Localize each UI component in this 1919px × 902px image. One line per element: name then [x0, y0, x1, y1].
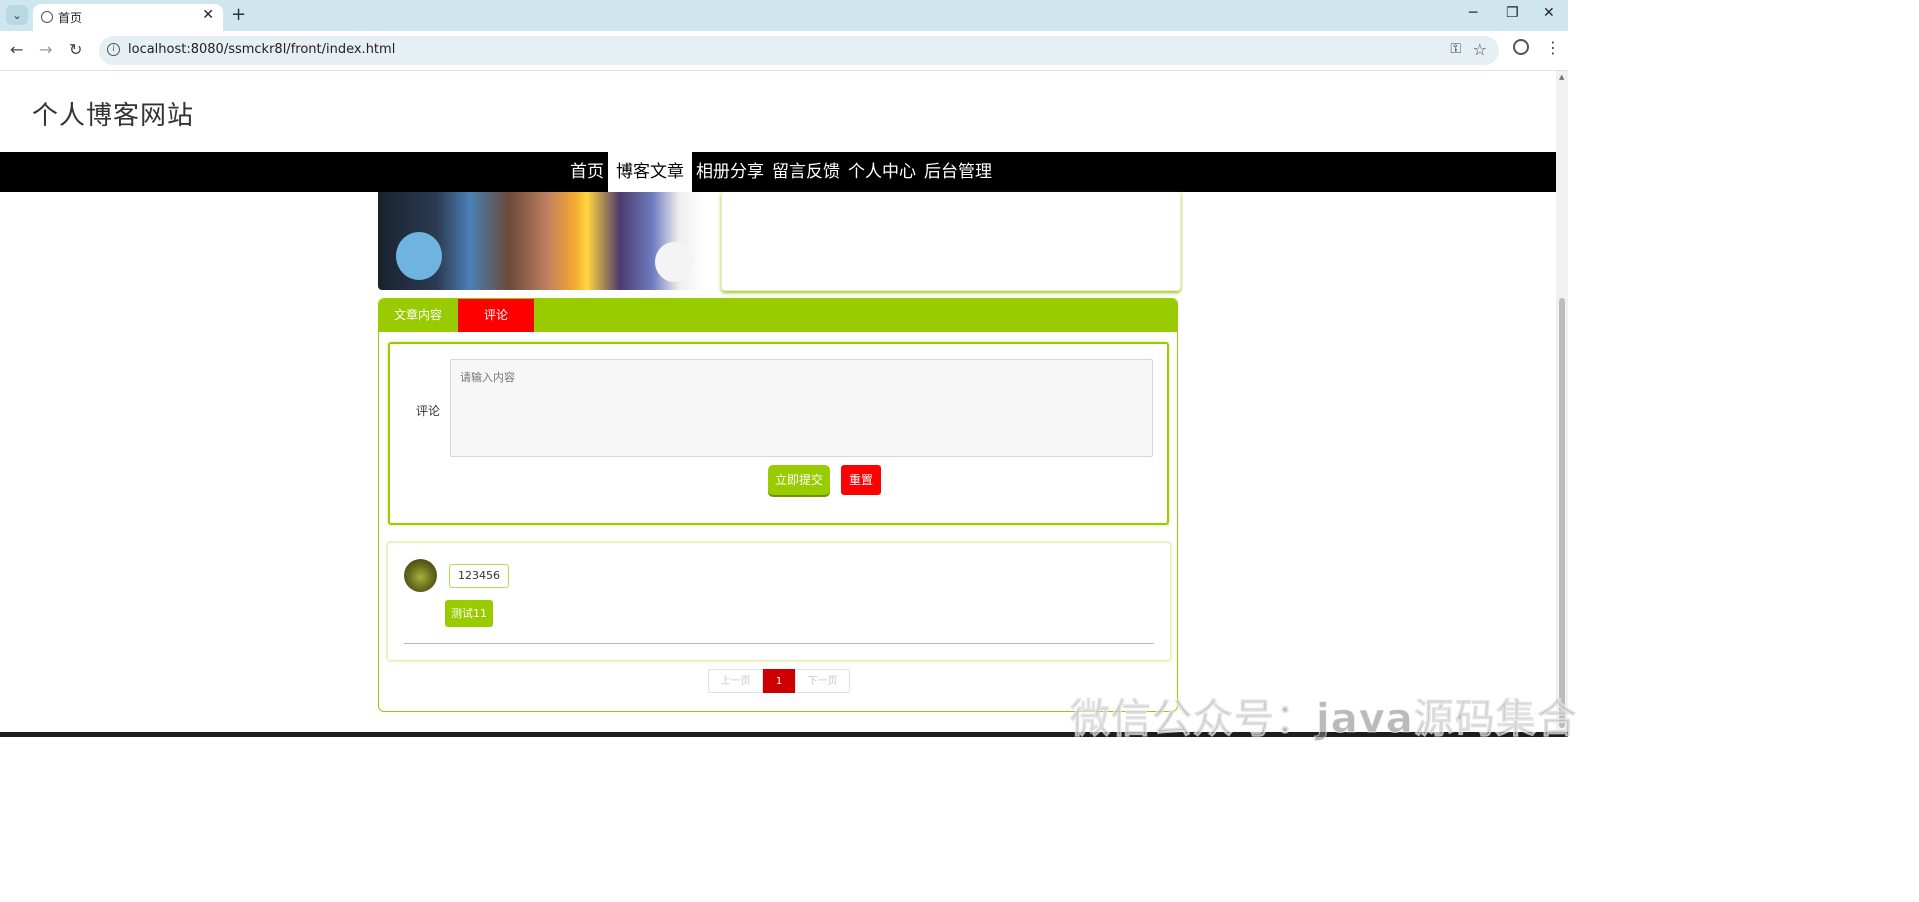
browser-toolbar: ← → ↻ i localhost:8080/ssmckr8l/front/in… — [0, 31, 1568, 71]
article-tabs-panel: 文章内容 评论 评论 立即提交 重置 123456 测试11 上一页 1 下一页 — [378, 298, 1178, 712]
scrollbar-thumb[interactable] — [1559, 298, 1565, 728]
nav-item-profile[interactable]: 个人中心 — [844, 152, 920, 192]
page-scrollbar[interactable]: ▲ — [1556, 71, 1568, 737]
watermark: 微信公众号：java源码集合 — [1070, 696, 1578, 743]
nav-item-blog[interactable]: 博客文章 — [608, 152, 692, 192]
profile-icon[interactable] — [1513, 39, 1529, 55]
cover-art-shape — [396, 232, 442, 280]
forward-button[interactable]: → — [39, 40, 52, 59]
pagination: 上一页 1 下一页 — [708, 669, 850, 693]
window-close-button[interactable]: ✕ — [1543, 5, 1555, 21]
comment-item: 123456 测试11 — [387, 542, 1171, 661]
nav-item-feedback[interactable]: 留言反馈 — [768, 152, 844, 192]
scroll-up-icon[interactable]: ▲ — [1559, 73, 1564, 81]
reset-button[interactable]: 重置 — [841, 465, 881, 495]
comment-username: 123456 — [449, 564, 509, 588]
tab-title: 首页 — [58, 11, 83, 25]
current-page-button[interactable]: 1 — [763, 669, 795, 693]
new-tab-button[interactable]: + — [231, 4, 246, 25]
password-key-icon[interactable]: ⚿ — [1450, 41, 1461, 57]
avatar — [404, 559, 437, 592]
minimize-button[interactable]: ─ — [1469, 5, 1477, 21]
nav-item-album[interactable]: 相册分享 — [692, 152, 768, 192]
tab-article-content[interactable]: 文章内容 — [379, 299, 457, 332]
tab-comment[interactable]: 评论 — [458, 299, 534, 332]
tabs-header: 文章内容 评论 — [379, 299, 1177, 332]
comment-form: 评论 立即提交 重置 — [388, 342, 1169, 525]
article-info-box — [721, 192, 1181, 291]
browser-menu-icon[interactable]: ⋮ — [1545, 38, 1561, 57]
main-navbar: 首页 博客文章 相册分享 留言反馈 个人中心 后台管理 — [0, 152, 1556, 192]
globe-icon — [41, 11, 53, 23]
reload-button[interactable]: ↻ — [69, 40, 82, 59]
url-text[interactable]: localhost:8080/ssmckr8l/front/index.html — [128, 42, 395, 57]
comment-label: 评论 — [416, 404, 441, 418]
restore-button[interactable]: ❐ — [1506, 5, 1519, 21]
site-info-icon[interactable]: i — [107, 43, 120, 56]
back-button[interactable]: ← — [10, 40, 23, 59]
submit-button[interactable]: 立即提交 — [768, 465, 830, 495]
comment-text: 测试11 — [445, 600, 493, 627]
nav-item-admin[interactable]: 后台管理 — [920, 152, 996, 192]
address-bar[interactable]: i localhost:8080/ssmckr8l/front/index.ht… — [99, 36, 1499, 65]
browser-tab[interactable]: 首页 ✕ — [33, 4, 223, 31]
browser-tabstrip: ⌄ 首页 ✕ + ─ ❐ ✕ — [0, 0, 1568, 31]
next-page-button[interactable]: 下一页 — [795, 669, 850, 693]
nav-item-home[interactable]: 首页 — [566, 152, 608, 192]
tab-search-dropdown-icon[interactable]: ⌄ — [6, 5, 28, 25]
page-viewport: 个人博客网站 首页 博客文章 相册分享 留言反馈 个人中心 后台管理 文章内容 … — [0, 71, 1556, 737]
divider — [404, 643, 1154, 644]
site-title: 个人博客网站 — [32, 101, 195, 131]
prev-page-button[interactable]: 上一页 — [708, 669, 763, 693]
bookmark-star-icon[interactable]: ☆ — [1473, 40, 1487, 59]
cover-art-shape — [655, 242, 693, 282]
tab-close-icon[interactable]: ✕ — [202, 7, 214, 23]
article-cover-image — [378, 192, 705, 290]
comment-input[interactable] — [450, 359, 1153, 457]
